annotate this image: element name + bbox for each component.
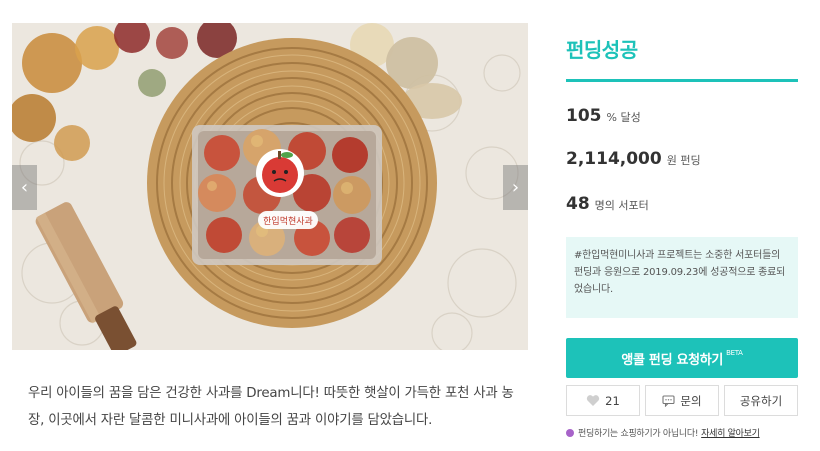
info-dot-icon: [566, 428, 574, 437]
supporter-count: 48 명의 서포터: [566, 194, 649, 214]
learn-more-link[interactable]: 자세히 알아보기: [701, 426, 760, 439]
encore-funding-label: 앵콜 펀딩 요청하기: [621, 352, 724, 368]
completion-notice: #한입먹현미니사과 프로젝트는 소중한 서포터들의 펀딩과 응원으로 2019.…: [566, 237, 798, 318]
beta-badge: BETA: [726, 349, 743, 357]
funding-status-title: 펀딩성공: [566, 38, 638, 62]
chevron-right-icon: ›: [511, 177, 520, 198]
supporter-count-value: 48: [566, 194, 590, 214]
chat-icon: [662, 394, 675, 407]
inquiry-label: 문의: [680, 393, 702, 408]
funding-amount-unit: 원 펀딩: [666, 154, 701, 167]
achievement-rate: 105 % 달성: [566, 106, 641, 126]
campaign-description: 우리 아이들의 꿈을 담은 건강한 사과를 Dream니다! 따뜻한 햇살이 가…: [28, 386, 514, 428]
encore-funding-button[interactable]: 앵콜 펀딩 요청하기 BETA: [566, 338, 798, 378]
photo-illustration: 한입먹현사과: [12, 23, 528, 350]
share-label: 공유하기: [739, 393, 783, 408]
heart-icon: [586, 394, 600, 407]
achievement-rate-unit: % 달성: [606, 111, 641, 124]
achievement-rate-value: 105: [566, 106, 602, 126]
funding-disclaimer: 펀딩하기는 쇼핑하기가 아닙니다! 자세히 알아보기: [566, 426, 760, 439]
status-divider: [566, 79, 798, 82]
gallery-next-button[interactable]: ›: [503, 165, 528, 210]
share-button[interactable]: 공유하기: [724, 385, 798, 416]
funding-panel: 펀딩성공 105 % 달성 2,114,000 원 펀딩 48 명의 서포터 #…: [566, 0, 798, 451]
disclaimer-text: 펀딩하기는 쇼핑하기가 아닙니다!: [578, 429, 699, 439]
gallery-prev-button[interactable]: ‹: [12, 165, 37, 210]
product-photo: 한입먹현사과: [12, 23, 528, 350]
inquiry-button[interactable]: 문의: [645, 385, 719, 416]
funding-amount-value: 2,114,000: [566, 149, 662, 169]
supporter-count-unit: 명의 서포터: [594, 199, 649, 212]
chevron-left-icon: ‹: [20, 177, 29, 198]
like-button[interactable]: 21: [566, 385, 640, 416]
sticker-label: 한입먹현사과: [263, 215, 313, 227]
action-buttons: 21 문의 공유하기: [566, 385, 798, 416]
like-count: 21: [605, 393, 620, 408]
funding-amount: 2,114,000 원 펀딩: [566, 149, 701, 169]
